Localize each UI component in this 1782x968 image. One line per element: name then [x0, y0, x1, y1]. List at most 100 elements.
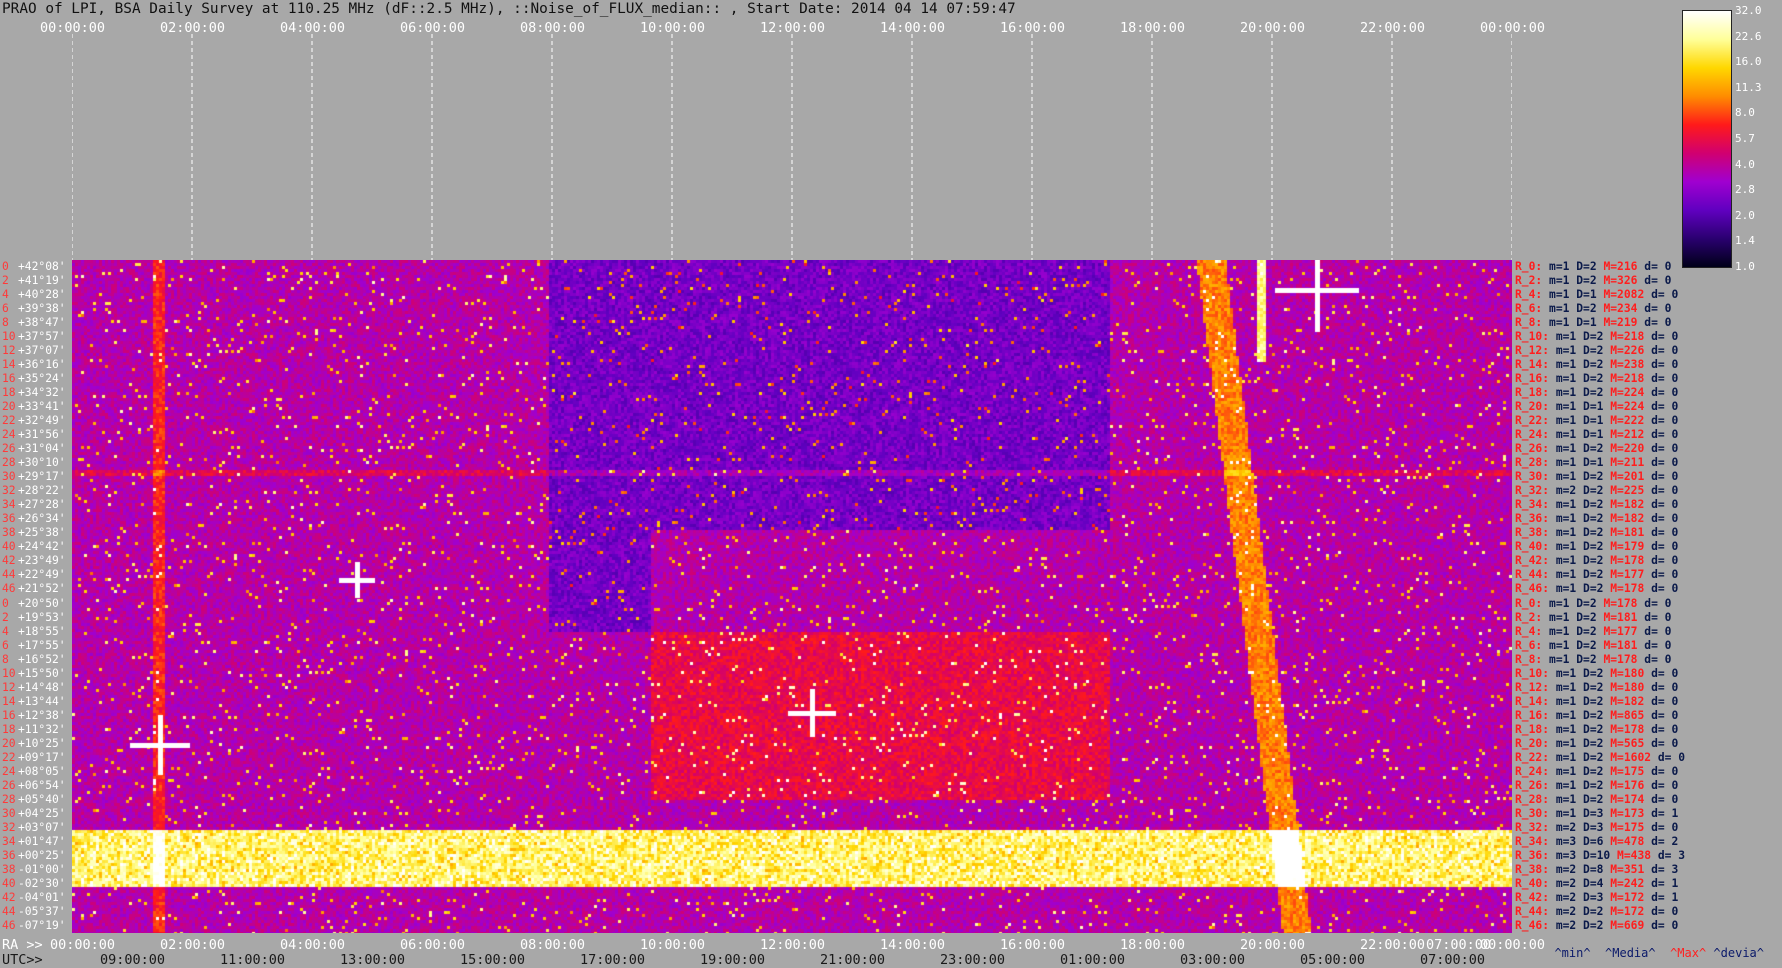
- row-index: 22: [2, 750, 16, 764]
- declination-label: 28 +30°10': [2, 457, 66, 468]
- row-index: 26: [2, 442, 16, 456]
- declination-value: +22°49': [18, 568, 66, 582]
- row-stat: R_14: m=1 D=2 M=238 d= 0: [1515, 358, 1679, 372]
- utc-tick-label: 21:00:00: [820, 952, 886, 968]
- declination-value: -05°37': [18, 904, 66, 918]
- ra-tick-label: 04:00:00: [280, 937, 346, 953]
- declination-value: +37°57': [18, 330, 66, 344]
- declination-label: 26 +31°04': [2, 443, 66, 454]
- row-index: 24: [2, 764, 16, 778]
- declination-label: 30 +29°17': [2, 471, 66, 482]
- declination-label: 34 +01°47': [2, 836, 66, 847]
- declination-value: +13°44': [18, 694, 66, 708]
- declination-value: +00°25': [18, 848, 66, 862]
- declination-label: 36 +26°34': [2, 513, 66, 524]
- declination-label: 10 +15°50': [2, 667, 66, 678]
- row-stat: R_36: m=1 D=2 M=182 d= 0: [1515, 512, 1679, 526]
- row-stat: R_32: m=2 D=3 M=175 d= 0: [1515, 820, 1679, 834]
- ra-tick-label: 08:00:00: [520, 937, 586, 953]
- row-stat: R_34: m=3 D=6 M=478 d= 2: [1515, 834, 1679, 848]
- row-stat: R_22: m=1 D=2 M=1602 d= 0: [1515, 750, 1686, 764]
- row-stat: R_22: m=1 D=1 M=222 d= 0: [1515, 414, 1679, 428]
- row-index: 26: [2, 778, 16, 792]
- ra-tick-label: 02:00:00: [160, 937, 226, 953]
- row-stat: R_10: m=1 D=2 M=180 d= 0: [1515, 666, 1679, 680]
- row-stat: R_34: m=1 D=2 M=182 d= 0: [1515, 498, 1679, 512]
- declination-value: +06°54': [18, 778, 66, 792]
- ra-tick-label: 16:00:00: [1000, 937, 1066, 953]
- declination-value: +29°17': [18, 470, 66, 484]
- declination-value: +24°42': [18, 540, 66, 554]
- declination-label: 8 +38°47': [2, 317, 66, 328]
- row-stat: R_30: m=1 D=2 M=201 d= 0: [1515, 470, 1679, 484]
- colorbar: [1682, 10, 1732, 268]
- declination-value: +40°28': [18, 288, 66, 302]
- declination-label: 12 +14°48': [2, 680, 66, 694]
- ra-tick-label: 18:00:00: [1120, 937, 1186, 953]
- declination-value: +08°05': [18, 764, 66, 778]
- declination-value: +35°24': [18, 372, 66, 386]
- declination-label: 10 +37°57': [2, 331, 66, 342]
- colorbar-tick-label: 4.0: [1735, 157, 1755, 171]
- row-stat: R_30: m=1 D=3 M=173 d= 1: [1515, 806, 1679, 820]
- declination-value: +18°55': [18, 624, 66, 638]
- row-stat: R_12: m=1 D=2 M=180 d= 0: [1515, 680, 1679, 694]
- page-title: PRAO of LPI, BSA Daily Survey at 110.25 …: [2, 1, 1016, 17]
- declination-label: 12 +37°07': [2, 345, 66, 356]
- declination-value: +03°07': [18, 820, 66, 834]
- ra-tick-label: 00:00:00: [1480, 937, 1546, 953]
- row-index: 4: [2, 624, 9, 638]
- colorbar-tick-label: 11.3: [1735, 80, 1762, 94]
- row-index: 30: [2, 806, 16, 820]
- row-index: 32: [2, 820, 16, 834]
- row-index: 18: [2, 722, 16, 736]
- row-stat: R_38: m=2 D=8 M=351 d= 3: [1515, 862, 1679, 876]
- row-index: 14: [2, 358, 16, 372]
- declination-value: +19°53': [18, 610, 66, 624]
- row-index: 12: [2, 344, 16, 358]
- spectrogram-plot[interactable]: [72, 260, 1512, 933]
- declination-value: +28°22': [18, 484, 66, 498]
- colorbar-tick-label: 22.6: [1735, 29, 1762, 43]
- row-stat: R_20: m=1 D=1 M=224 d= 0: [1515, 400, 1679, 414]
- row-stat: R_40: m=2 D=4 M=242 d= 1: [1515, 876, 1679, 890]
- row-index: 28: [2, 792, 16, 806]
- row-stat: R_26: m=1 D=2 M=220 d= 0: [1515, 442, 1679, 456]
- declination-label: 22 +09°17': [2, 752, 66, 763]
- row-stat: R_4: m=1 D=1 M=2082 d= 0: [1515, 288, 1679, 302]
- row-index: 24: [2, 428, 16, 442]
- declination-value: +37°07': [18, 344, 66, 358]
- row-index: 46: [2, 582, 16, 596]
- row-index: 28: [2, 456, 16, 470]
- declination-value: +09°17': [18, 750, 66, 764]
- legend-media: ^Media^: [1605, 946, 1656, 960]
- row-stat: R_0: m=1 D=2 M=178 d= 0: [1515, 596, 1672, 610]
- row-stat: R_18: m=1 D=2 M=224 d= 0: [1515, 386, 1679, 400]
- declination-value: +31°56': [18, 428, 66, 442]
- declination-label: 14 +13°44': [2, 694, 66, 708]
- row-index: 42: [2, 554, 16, 568]
- ra-tick-label: 10:00:00: [640, 937, 706, 953]
- declination-label: 38 -01°00': [2, 864, 66, 875]
- utc-tick-label: 13:00:00: [340, 952, 406, 968]
- declination-label: 46 +21°52': [2, 583, 66, 594]
- utc-tick-label: 15:00:00: [460, 952, 526, 968]
- row-index: 4: [2, 288, 9, 302]
- row-stat: R_16: m=1 D=2 M=865 d= 0: [1515, 708, 1679, 722]
- declination-value: +27°28': [18, 498, 66, 512]
- utc-tick-label: 23:00:00: [940, 952, 1006, 968]
- row-index: 8: [2, 316, 9, 330]
- declination-label: 6 +17°55': [2, 639, 66, 650]
- declination-label: 34 +27°28': [2, 499, 66, 510]
- colorbar-tick-label: 8.0: [1735, 106, 1755, 120]
- row-stat: R_46: m=1 D=2 M=178 d= 0: [1515, 582, 1679, 596]
- legend-devia: ^devia^: [1713, 946, 1764, 960]
- row-index: 20: [2, 400, 16, 414]
- row-index: 44: [2, 904, 16, 918]
- row-stat: R_28: m=1 D=1 M=211 d= 0: [1515, 456, 1679, 470]
- row-stat: R_36: m=3 D=10 M=438 d= 3: [1515, 848, 1686, 862]
- declination-value: +14°48': [18, 680, 66, 694]
- row-index: 14: [2, 694, 16, 708]
- row-index: 36: [2, 848, 16, 862]
- row-index: 38: [2, 526, 16, 540]
